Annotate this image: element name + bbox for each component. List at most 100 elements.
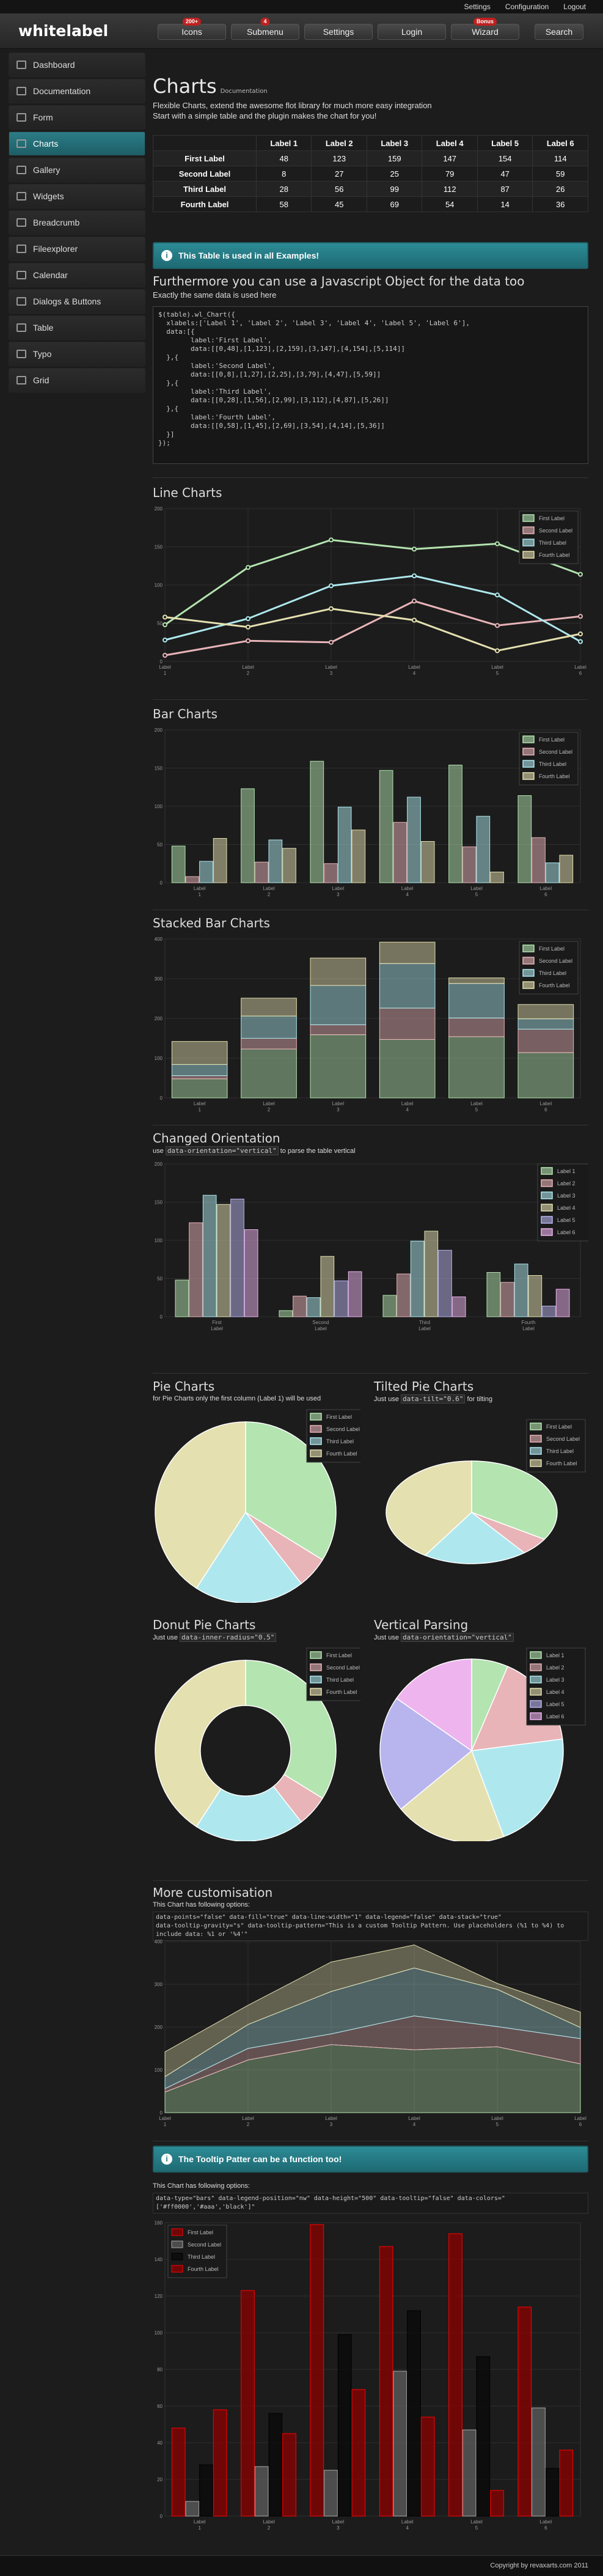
table-cell: 147 <box>422 150 478 166</box>
nav-submenu[interactable]: 4 Submenu <box>231 18 299 40</box>
data-point <box>246 638 250 644</box>
sidebar-icon <box>16 139 26 148</box>
js-section: Furthermore you can use a Javascript Obj… <box>153 274 588 464</box>
section-title: Changed Orientation <box>153 1131 280 1146</box>
sidebar-item-calendar[interactable]: Calendar <box>9 263 145 287</box>
column-header: Label 6 <box>532 135 588 151</box>
nav-wizard[interactable]: Bonus Wizard <box>451 18 519 40</box>
legend-swatch <box>541 1204 553 1212</box>
sidebar-item-dialogs-buttons[interactable]: Dialogs & Buttons <box>9 289 145 314</box>
x-tick-label: Label <box>470 886 483 891</box>
legend-swatch <box>310 1425 322 1433</box>
y-tick-label: 0 <box>160 659 163 664</box>
section-desc: This Chart has following options: <box>153 2182 250 2190</box>
settings-link[interactable]: Settings <box>464 2 491 11</box>
sidebar-item-label: Calendar <box>33 270 68 280</box>
bar <box>241 2290 255 2517</box>
x-tick-label: Label <box>325 2116 337 2121</box>
legend-label: Third Label <box>539 540 566 546</box>
donut-section: Donut Pie Charts Just use data-inner-rad… <box>153 1617 360 1841</box>
column-header: Label 3 <box>366 135 423 151</box>
y-tick-label: 150 <box>155 1200 163 1205</box>
x-tick-label: Label <box>470 2519 483 2525</box>
table-cell: 159 <box>366 150 423 166</box>
sidebar-icon <box>16 192 26 201</box>
sidebar-icon <box>16 245 26 253</box>
y-tick-label: 0 <box>160 880 163 886</box>
y-tick-label: 150 <box>155 545 163 550</box>
sidebar-item-form[interactable]: Form <box>9 105 145 130</box>
header: whitelabel 200+ Icons 4 Submenu Settings L… <box>0 13 603 49</box>
sidebar-item-label: Widgets <box>33 191 64 201</box>
sidebar-item-dashboard[interactable]: Dashboard <box>9 53 145 77</box>
configuration-link[interactable]: Configuration <box>505 2 549 11</box>
bar <box>514 1264 528 1317</box>
legend-swatch <box>530 1459 542 1467</box>
data-table-wrap: Label 1 Label 2 Label 3 Label 4 Label 5 Label… <box>153 135 588 212</box>
y-tick-label: 20 <box>157 2477 163 2482</box>
data-point <box>163 638 167 642</box>
sidebar-icon <box>16 271 26 279</box>
series-line <box>164 575 581 642</box>
sidebar-item-typo[interactable]: Typo <box>9 342 145 366</box>
data-point <box>578 639 583 644</box>
intro-text: Flexible Charts, extend the awesome flot… <box>153 101 432 110</box>
sidebar-item-documentation[interactable]: Documentation <box>9 79 145 103</box>
custom-bars-section: This Chart has following options: data-t… <box>153 2181 588 2531</box>
x-tick-label: Label <box>418 1326 431 1331</box>
stacked-bar-segment <box>310 985 367 1025</box>
logo[interactable]: whitelabel <box>18 22 108 40</box>
y-tick-label: 300 <box>155 1982 163 1987</box>
intro-text: Start with a simple table and the plugin… <box>153 111 377 120</box>
table-cell: 8 <box>255 166 312 182</box>
bar <box>397 1273 411 1317</box>
bar <box>337 806 352 883</box>
legend-swatch <box>530 1688 542 1696</box>
legend-swatch <box>530 1676 542 1684</box>
x-tick-label: Label <box>401 1101 414 1106</box>
x-tick-label: Label <box>263 2519 275 2525</box>
data-point <box>412 598 417 604</box>
stacked-bar-segment <box>241 1015 297 1039</box>
section-title: Line Charts <box>153 485 222 500</box>
sidebar-item-grid[interactable]: Grid <box>9 368 145 392</box>
sidebar-item-widgets[interactable]: Widgets <box>9 184 145 208</box>
x-tick-label: Label <box>194 2519 206 2525</box>
search-button[interactable]: Search <box>535 24 583 40</box>
table-cell: Fourth Label <box>153 196 257 212</box>
x-tick-label: 2 <box>268 892 271 897</box>
bar <box>559 2449 574 2517</box>
legend-label: Label 4 <box>557 1205 576 1211</box>
legend-swatch <box>310 1449 322 1457</box>
legend-label: First Label <box>539 946 565 952</box>
bar <box>241 788 255 883</box>
bar <box>559 855 574 883</box>
stacked-bar-segment <box>379 941 436 964</box>
x-tick-label: Label <box>332 1101 345 1106</box>
legend-label: Fourth Label <box>539 552 570 558</box>
legend-label: First Label <box>326 1652 352 1658</box>
sidebar-item-gallery[interactable]: Gallery <box>9 158 145 182</box>
data-point <box>246 624 250 630</box>
y-tick-label: 60 <box>157 2404 163 2409</box>
legend-label: Label 2 <box>546 1665 565 1671</box>
sidebar-item-breadcrumb[interactable]: Breadcrumb <box>9 210 145 235</box>
nav-icons[interactable]: 200+ Icons <box>158 18 226 40</box>
x-tick-label: Label <box>491 664 503 670</box>
x-tick-label: 5 <box>496 2122 499 2127</box>
line-chart-section: Line Charts 0 50 100 150 200 Label 1 Label 2 Labe… <box>153 485 588 676</box>
x-tick-label: Label <box>315 1326 327 1331</box>
bar <box>517 795 532 883</box>
bar <box>545 863 560 883</box>
logout-link[interactable]: Logout <box>563 2 586 11</box>
y-tick-label: 200 <box>155 506 163 512</box>
sidebar-item-charts[interactable]: Charts <box>9 131 145 156</box>
nav-login[interactable]: Login <box>378 24 446 40</box>
sidebar-item-fileexplorer[interactable]: Fileexplorer <box>9 237 145 261</box>
column-header: Label 5 <box>477 135 533 151</box>
legend-label: First Label <box>326 1414 352 1420</box>
legend-swatch <box>310 1676 322 1684</box>
nav-settings[interactable]: Settings <box>304 24 373 40</box>
footer: Copyright by revaxarts.com 2011 <box>0 2555 603 2576</box>
sidebar-item-table[interactable]: Table <box>9 315 145 340</box>
